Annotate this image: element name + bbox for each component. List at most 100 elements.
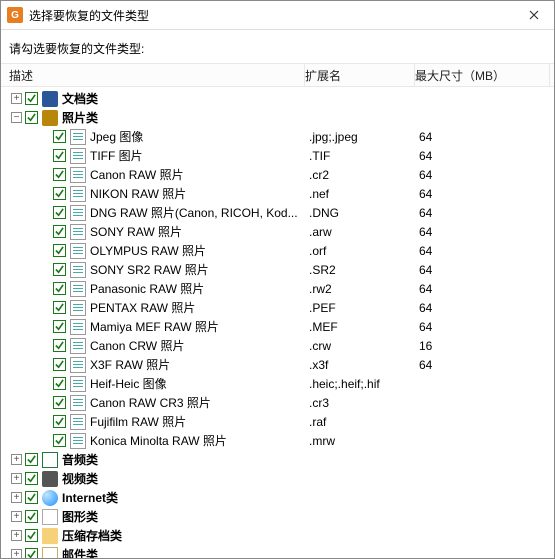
filetype-row[interactable]: NIKON RAW 照片.nef64 [5,184,550,203]
instruction-text: 请勾选要恢复的文件类型: [1,30,554,63]
filetype-ext: .orf [309,244,419,258]
checkbox[interactable] [53,244,66,257]
checkbox[interactable] [53,377,66,390]
file-icon [70,376,86,392]
filetype-ext: .arw [309,225,419,239]
checkbox[interactable] [25,491,38,504]
checkbox[interactable] [25,453,38,466]
checkbox[interactable] [25,548,38,558]
file-icon [70,281,86,297]
category-arc[interactable]: + 压缩存档类 [5,526,550,545]
checkbox[interactable] [25,472,38,485]
expander-icon[interactable]: + [11,473,22,484]
category-label: 压缩存档类 [62,527,122,544]
category-photos[interactable]: − 照片类 [5,108,550,127]
filetype-size: 16 [419,339,550,353]
expander-icon[interactable]: + [11,549,22,558]
filetype-row[interactable]: Fujifilm RAW 照片.raf [5,412,550,431]
filetype-row[interactable]: Panasonic RAW 照片.rw264 [5,279,550,298]
file-icon [70,300,86,316]
filetype-label: PENTAX RAW 照片 [90,299,195,316]
filetype-label: SONY RAW 照片 [90,223,182,240]
filetype-row[interactable]: Konica Minolta RAW 照片.mrw [5,431,550,450]
checkbox[interactable] [25,510,38,523]
file-icon [70,414,86,430]
filetype-ext: .MEF [309,320,419,334]
checkbox[interactable] [53,187,66,200]
filetype-label: TIFF 图片 [90,147,143,164]
filetype-label: Mamiya MEF RAW 照片 [90,318,219,335]
category-video[interactable]: +视频类 [5,469,550,488]
checkbox[interactable] [53,130,66,143]
checkbox[interactable] [53,168,66,181]
header-description[interactable]: 描述 [5,64,305,86]
checkbox[interactable] [53,149,66,162]
category-label: 照片类 [62,109,98,126]
checkbox[interactable] [53,206,66,219]
checkbox[interactable] [53,320,66,333]
filetype-size: 64 [419,301,550,315]
expander-icon[interactable]: + [11,93,22,104]
filetype-ext: .jpg;.jpeg [309,130,419,144]
category-label: 邮件类 [62,546,98,558]
filetype-size: 64 [419,320,550,334]
filetype-size: 64 [419,168,550,182]
filetype-label: Canon RAW CR3 照片 [90,394,211,411]
checkbox[interactable] [53,396,66,409]
filetype-row[interactable]: Jpeg 图像.jpg;.jpeg64 [5,127,550,146]
filetype-row[interactable]: Canon RAW 照片.cr264 [5,165,550,184]
filetype-label: X3F RAW 照片 [90,356,170,373]
checkbox[interactable] [53,263,66,276]
titlebar: G 选择要恢复的文件类型 [1,1,554,30]
file-type-tree[interactable]: +文档类−照片类Jpeg 图像.jpg;.jpeg64TIFF 图片.TIF64… [1,87,554,558]
header-maxsize[interactable]: 最大尺寸（MB） [415,64,550,86]
expander-icon[interactable]: + [11,454,22,465]
filetype-ext: .nef [309,187,419,201]
filetype-label: Konica Minolta RAW 照片 [90,432,227,449]
filetype-size: 64 [419,282,550,296]
file-icon [70,167,86,183]
checkbox[interactable] [53,358,66,371]
checkbox[interactable] [53,282,66,295]
filetype-row[interactable]: Canon RAW CR3 照片 .cr3 [5,393,550,412]
filetype-label: DNG RAW 照片(Canon, RICOH, Kod... [90,204,298,221]
checkbox[interactable] [53,225,66,238]
filetype-row[interactable]: Canon CRW 照片.crw16 [5,336,550,355]
category-icon [42,547,58,559]
category-audio[interactable]: +音频类 [5,450,550,469]
filetype-row[interactable]: X3F RAW 照片.x3f64 [5,355,550,374]
filetype-row[interactable]: OLYMPUS RAW 照片.orf64 [5,241,550,260]
checkbox[interactable] [53,415,66,428]
filetype-row[interactable]: DNG RAW 照片(Canon, RICOH, Kod....DNG64 [5,203,550,222]
checkbox[interactable] [53,434,66,447]
close-button[interactable] [514,1,554,29]
filetype-ext: .TIF [309,149,419,163]
expander-icon[interactable]: − [11,112,22,123]
header-extension[interactable]: 扩展名 [305,64,415,86]
checkbox[interactable] [25,529,38,542]
file-icon [70,186,86,202]
filetype-row[interactable]: SONY SR2 RAW 照片.SR264 [5,260,550,279]
checkbox[interactable] [25,92,38,105]
category-icon [42,452,58,468]
filetype-label: Panasonic RAW 照片 [90,280,204,297]
expander-icon[interactable]: + [11,530,22,541]
checkbox[interactable] [53,301,66,314]
filetype-ext: .SR2 [309,263,419,277]
filetype-row[interactable]: TIFF 图片.TIF64 [5,146,550,165]
file-icon [70,357,86,373]
filetype-row[interactable]: Heif-Heic 图像.heic;.heif;.hif [5,374,550,393]
expander-icon[interactable]: + [11,511,22,522]
filetype-row[interactable]: Mamiya MEF RAW 照片 .MEF64 [5,317,550,336]
category-gfx[interactable]: +图形类 [5,507,550,526]
filetype-row[interactable]: SONY RAW 照片.arw64 [5,222,550,241]
category-inet[interactable]: +Internet类 [5,488,550,507]
filetype-ext: .cr3 [309,396,419,410]
category-docs[interactable]: +文档类 [5,89,550,108]
checkbox[interactable] [25,111,38,124]
expander-icon[interactable]: + [11,492,22,503]
filetype-row[interactable]: PENTAX RAW 照片.PEF64 [5,298,550,317]
category-mail[interactable]: + 邮件类 [5,545,550,558]
file-icon [70,224,86,240]
checkbox[interactable] [53,339,66,352]
